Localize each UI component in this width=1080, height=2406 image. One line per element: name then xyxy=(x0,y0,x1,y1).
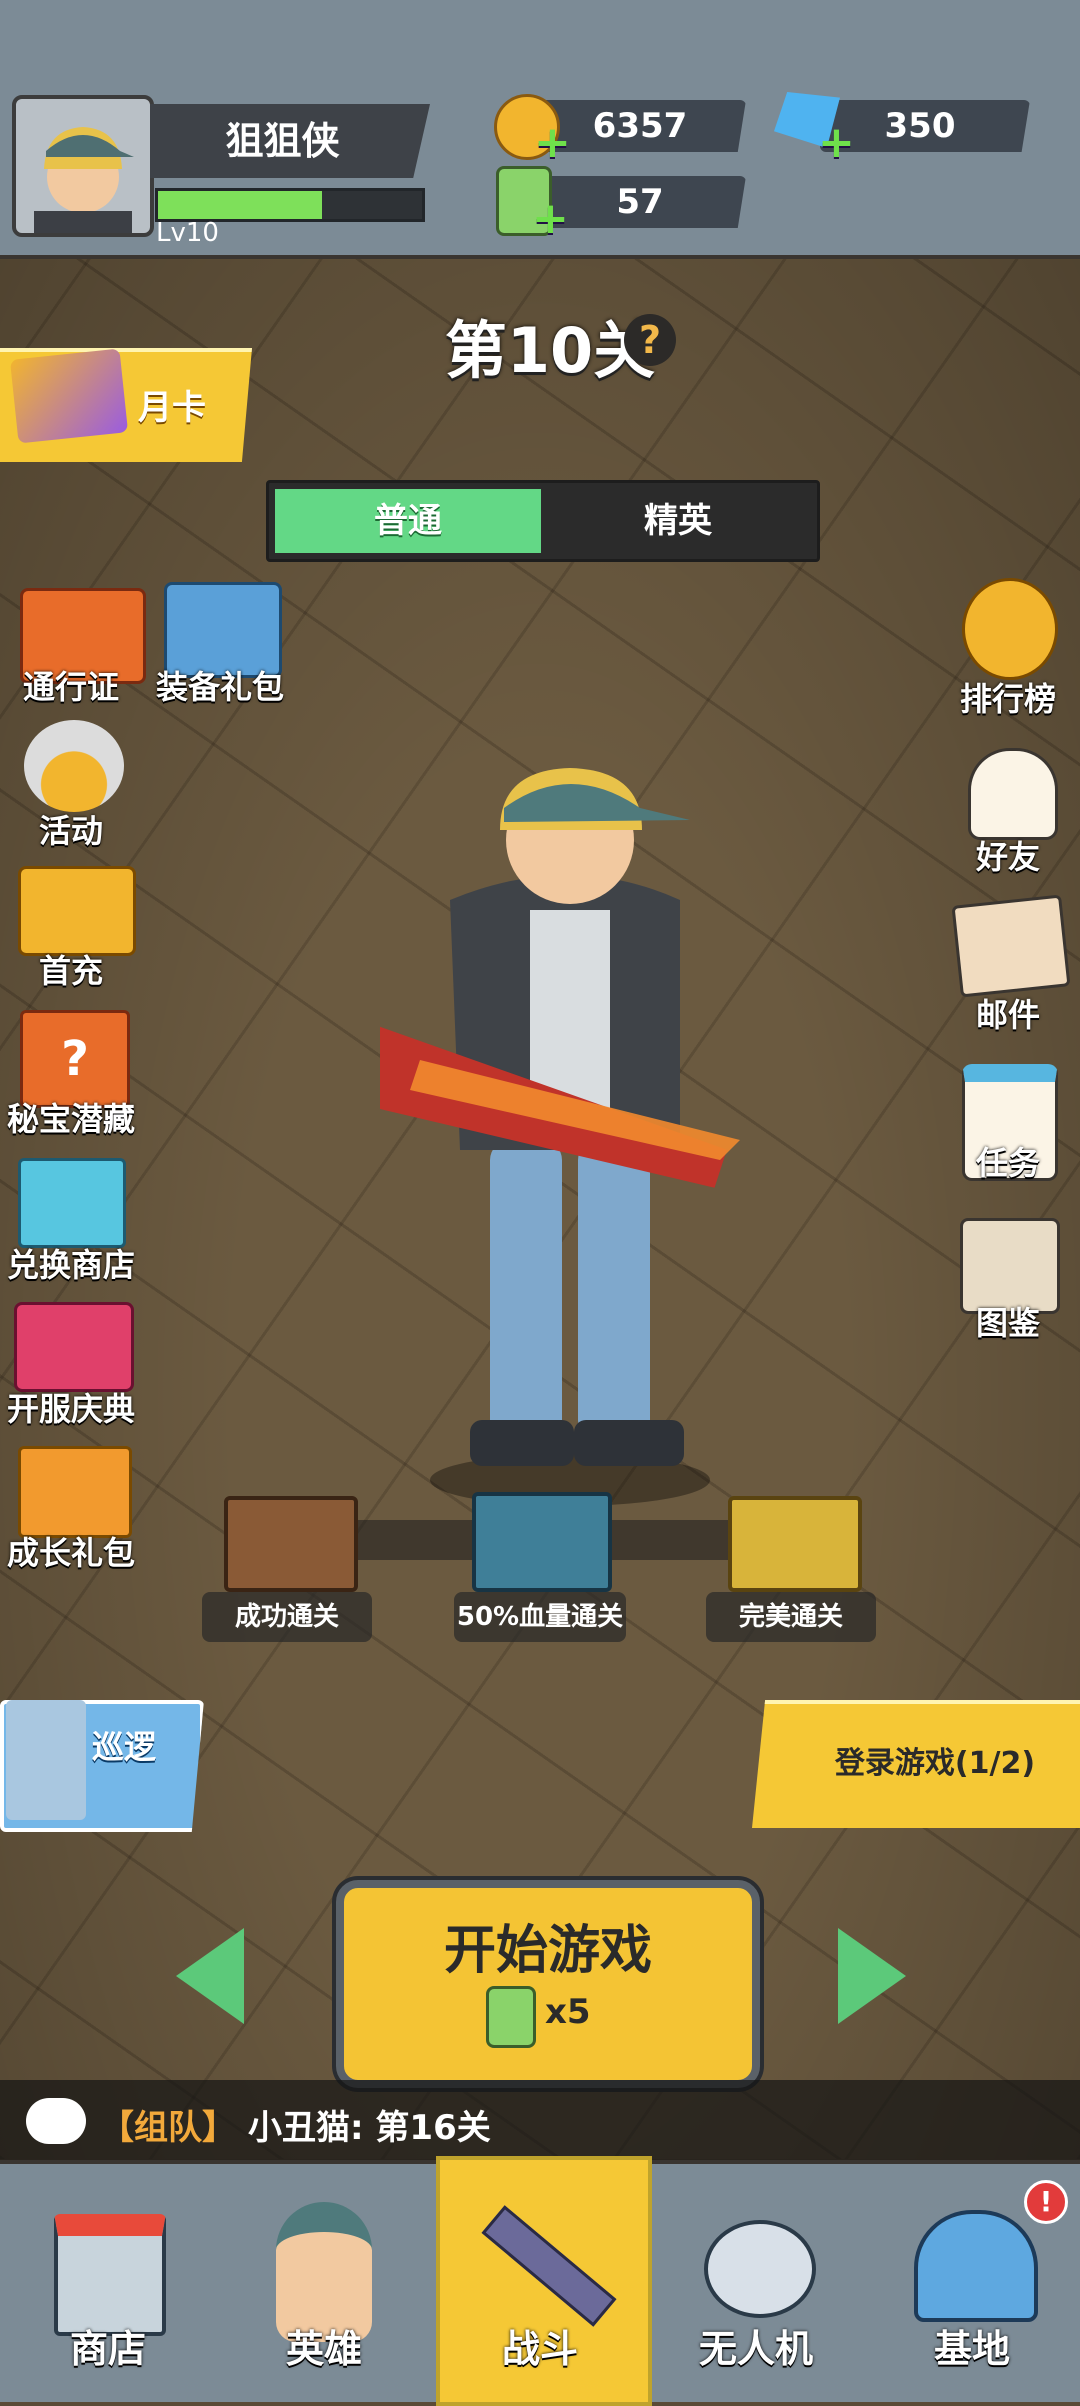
card-icon xyxy=(9,348,129,444)
chest-half-hp-label: 50%血量通关 xyxy=(454,1592,626,1642)
activity-icon[interactable] xyxy=(24,720,124,812)
add-energy-button[interactable]: + xyxy=(532,197,569,241)
friends-icon[interactable] xyxy=(968,748,1058,840)
month-card-label: 月卡 xyxy=(138,388,206,428)
xp-bar xyxy=(155,188,425,222)
drone-icon xyxy=(704,2220,816,2318)
exchange-shop-icon[interactable] xyxy=(18,1158,126,1248)
start-game-label: 开始游戏 xyxy=(443,1921,652,1981)
menu-equipment-pack-label: 装备礼包 xyxy=(155,668,284,706)
base-dome-icon xyxy=(914,2210,1038,2322)
player-level: Lv10 xyxy=(156,218,219,248)
mode-normal-tab[interactable]: 普通 xyxy=(275,489,541,553)
player-name: 狙狙侠 xyxy=(225,119,340,163)
menu-mail-label: 邮件 xyxy=(975,996,1040,1034)
wooden-chest-icon[interactable] xyxy=(224,1496,358,1592)
chat-bubble-icon[interactable] xyxy=(26,2098,86,2144)
menu-exchange-shop-label: 兑换商店 xyxy=(6,1246,135,1284)
chest-clear-label: 成功通关 xyxy=(202,1592,372,1642)
player-avatar[interactable] xyxy=(12,95,154,237)
menu-leaderboard-label: 排行榜 xyxy=(959,680,1056,718)
mail-icon[interactable] xyxy=(951,894,1071,998)
menu-opening-celebration-label: 开服庆典 xyxy=(6,1390,135,1428)
steel-chest-icon[interactable] xyxy=(472,1492,612,1592)
difficulty-toggle: 普通 精英 xyxy=(266,480,820,562)
energy-count: 57 xyxy=(616,182,664,222)
stage-help-button[interactable]: ? xyxy=(624,314,676,366)
patrol-label: 巡逻 xyxy=(92,1728,157,1766)
add-gems-button[interactable]: + xyxy=(818,121,855,165)
nav-drone-label: 无人机 xyxy=(698,2327,813,2371)
trophy-icon[interactable] xyxy=(962,578,1058,680)
menu-growth-pack-label: 成长礼包 xyxy=(6,1534,135,1572)
menu-tasks-label: 任务 xyxy=(975,1144,1040,1182)
rifle-icon xyxy=(481,2205,617,2327)
login-reward-label: 登录游戏(1/2) xyxy=(834,1746,1036,1781)
chat-message: 小丑猫: 第16关 xyxy=(248,2108,491,2148)
first-recharge-chest-icon[interactable] xyxy=(18,866,136,956)
menu-first-recharge-label: 首充 xyxy=(38,952,103,990)
nav-store-label: 商店 xyxy=(69,2327,146,2371)
celebration-chest-icon[interactable] xyxy=(14,1302,134,1392)
hero-portrait-icon xyxy=(34,127,134,233)
previous-stage-arrow-icon[interactable] xyxy=(176,1928,244,2024)
menu-hidden-treasure-label: 秘宝潜藏 xyxy=(6,1100,135,1138)
next-stage-arrow-icon[interactable] xyxy=(838,1928,906,2024)
growth-gift-icon[interactable] xyxy=(18,1446,132,1538)
nav-hero-label: 英雄 xyxy=(285,2327,362,2371)
menu-activity-label: 活动 xyxy=(38,812,103,850)
chest-perfect-label: 完美通关 xyxy=(706,1592,876,1642)
mode-elite-tab[interactable]: 精英 xyxy=(545,489,811,553)
nav-battle-label: 战斗 xyxy=(501,2327,578,2371)
patrol-hero-icon xyxy=(6,1700,86,1820)
start-energy-cost: x5 xyxy=(545,1992,591,2032)
add-coins-button[interactable]: + xyxy=(534,121,571,165)
nav-base-label: 基地 xyxy=(933,2327,1010,2371)
hero-character xyxy=(380,768,740,1506)
menu-friends-label: 好友 xyxy=(975,838,1040,876)
menu-collection-label: 图鉴 xyxy=(975,1304,1040,1342)
energy-can-icon xyxy=(486,1986,536,2048)
golden-chest-icon[interactable] xyxy=(728,1496,862,1592)
menu-pass-label: 通行证 xyxy=(22,668,119,706)
notification-badge: ! xyxy=(1024,2180,1068,2224)
xp-fill xyxy=(158,191,322,219)
chat-channel-tag: 【组队】 xyxy=(100,2108,236,2148)
